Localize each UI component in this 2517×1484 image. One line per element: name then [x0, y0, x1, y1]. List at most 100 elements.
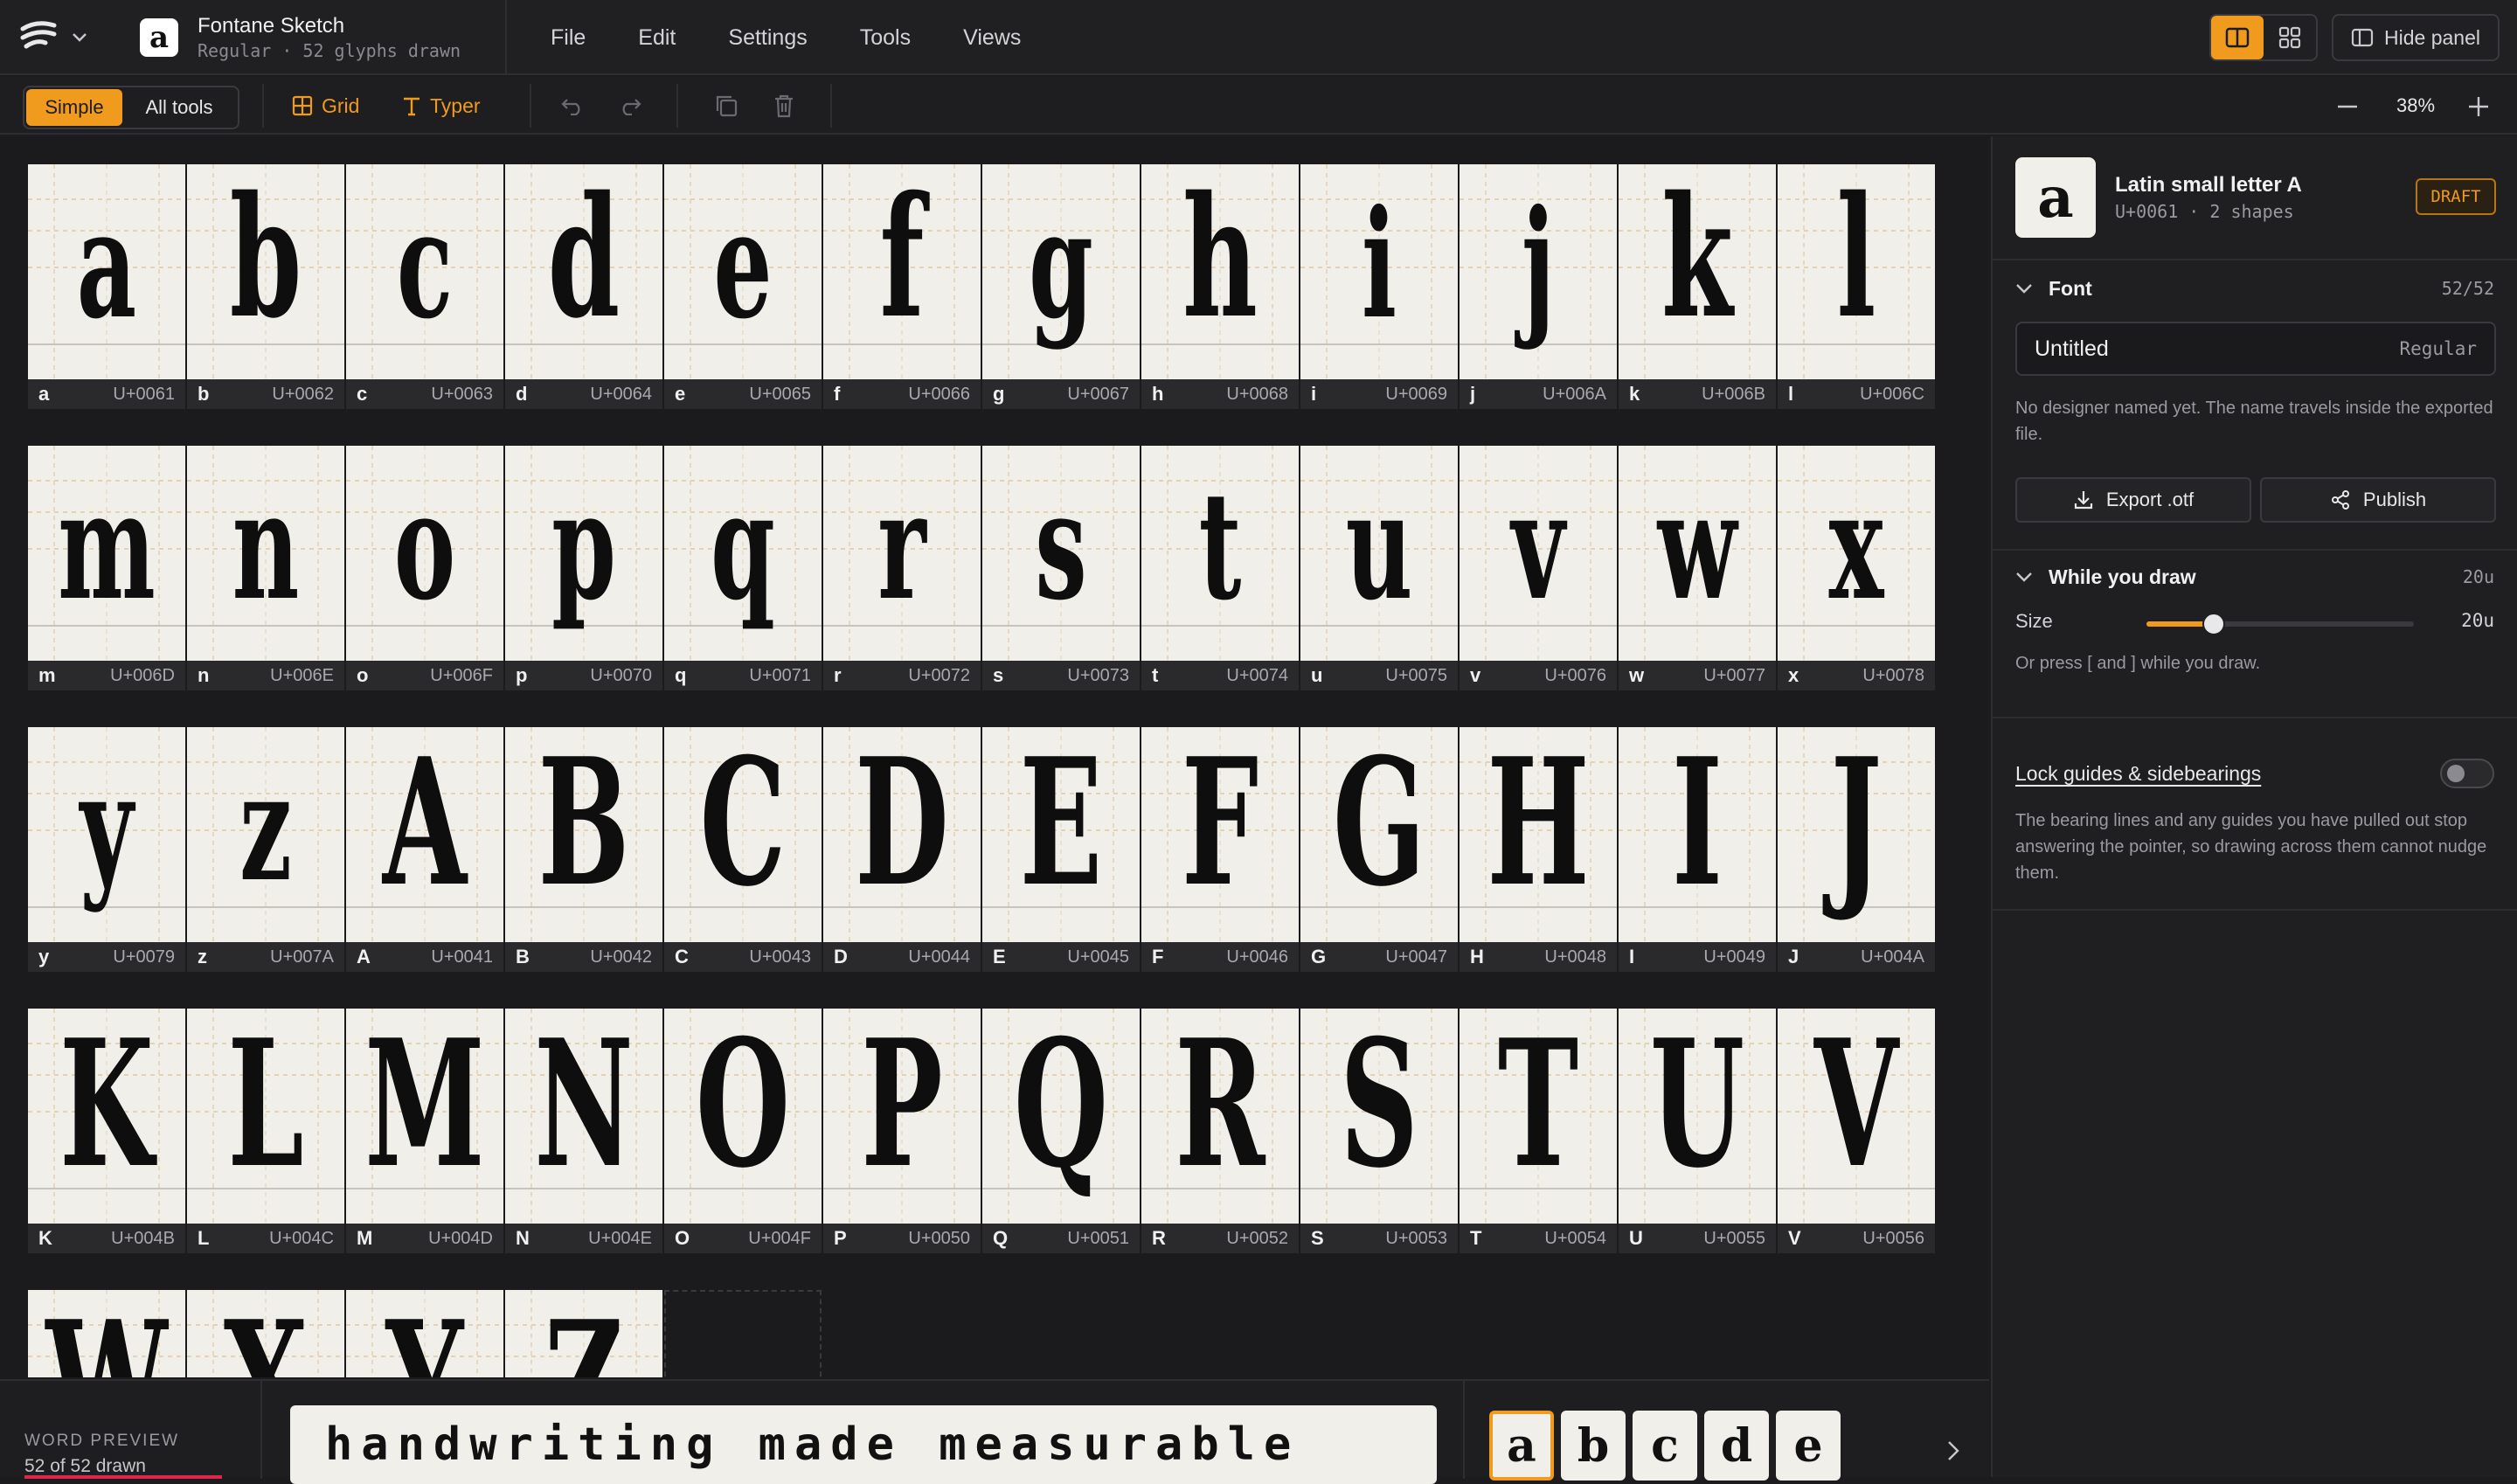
size-slider[interactable] [2146, 613, 2414, 635]
font-name-value: Untitled [2035, 336, 2109, 361]
glyph-char-label: r [834, 664, 842, 686]
redo-button[interactable] [614, 89, 647, 122]
glyph-chip[interactable]: a [1489, 1411, 1554, 1481]
glyph-cell[interactable]: s s U+0073 [982, 446, 1140, 690]
glyph-cell[interactable]: u u U+0075 [1300, 446, 1458, 690]
glyph-cell[interactable]: e e U+0065 [664, 164, 822, 409]
lock-guides-label[interactable]: Lock guides & sidebearings [2015, 762, 2261, 786]
zoom-in-button[interactable] [2459, 87, 2498, 126]
glyph-cell[interactable]: E E U+0045 [982, 727, 1140, 972]
glyph-cell[interactable]: Z [505, 1290, 662, 1377]
glyph-char-label: v [1470, 664, 1481, 686]
glyph-cell[interactable]: b b U+0062 [187, 164, 344, 409]
glyph-cell[interactable]: i i U+0069 [1300, 164, 1458, 409]
menu-file[interactable]: File [524, 25, 612, 51]
glyph-chip[interactable]: e [1776, 1411, 1841, 1481]
export-otf-button[interactable]: Export .otf [2015, 477, 2251, 523]
glyph-cell[interactable]: C C U+0043 [664, 727, 822, 972]
glyph-cell[interactable]: m m U+006D [28, 446, 185, 690]
lock-guides-toggle[interactable] [2440, 759, 2494, 788]
glyph-cell[interactable]: y y U+0079 [28, 727, 185, 972]
glyph-cell[interactable]: G G U+0047 [1300, 727, 1458, 972]
undo-button[interactable] [556, 89, 589, 122]
glyph-char-label: o [357, 664, 369, 686]
plus-icon [2469, 97, 2488, 116]
glyph-chip[interactable]: b [1561, 1411, 1626, 1481]
glyph-cell[interactable]: h h U+0068 [1141, 164, 1299, 409]
glyph-cell[interactable]: n n U+006E [187, 446, 344, 690]
menu-settings[interactable]: Settings [702, 25, 833, 51]
glyph-cell[interactable]: L L U+004C [187, 1009, 344, 1253]
grid-icon [292, 95, 313, 116]
grid-toggle-button[interactable]: Grid [292, 86, 359, 126]
glyph-char-label: y [38, 946, 50, 967]
glyph-cell[interactable]: v v U+0076 [1460, 446, 1617, 690]
glyph-cell[interactable]: I I U+0049 [1619, 727, 1776, 972]
glyph-drawing: G [1333, 727, 1425, 926]
glyph-cell[interactable]: M M U+004D [346, 1009, 503, 1253]
glyph-cell[interactable]: d d U+0064 [505, 164, 662, 409]
glyph-cell[interactable]: j j U+006A [1460, 164, 1617, 409]
typer-button[interactable]: Typer [402, 86, 481, 126]
glyph-cell[interactable]: k k U+006B [1619, 164, 1776, 409]
glyph-cell[interactable]: w w U+0077 [1619, 446, 1776, 690]
glyph-cell[interactable]: f f U+0066 [823, 164, 981, 409]
glyph-cell[interactable]: V V U+0056 [1778, 1009, 1935, 1253]
glyph-cell[interactable]: A A U+0041 [346, 727, 503, 972]
glyph-codepoint: U+0062 [272, 384, 334, 404]
size-slider-handle[interactable] [2202, 613, 2225, 635]
font-name-input[interactable]: Untitled Regular [2015, 322, 2496, 376]
share-icon [2331, 490, 2349, 510]
publish-button[interactable]: Publish [2260, 477, 2496, 523]
glyph-cell[interactable]: W [28, 1290, 185, 1377]
glyph-cell[interactable]: F F U+0046 [1141, 727, 1299, 972]
glyph-cell[interactable]: a a U+0061 [28, 164, 185, 409]
glyph-cell[interactable]: S S U+0053 [1300, 1009, 1458, 1253]
glyph-cell[interactable]: Y [346, 1290, 503, 1377]
font-section-toggle[interactable]: Font [2015, 273, 2092, 304]
delete-button[interactable] [767, 89, 801, 122]
app-logo-menu[interactable] [19, 17, 93, 58]
glyph-cell[interactable]: x x U+0078 [1778, 446, 1935, 690]
zoom-out-button[interactable] [2328, 87, 2367, 126]
glyph-cell[interactable]: J J U+004A [1778, 727, 1935, 972]
glyph-cell[interactable]: c c U+0063 [346, 164, 503, 409]
menu-tools[interactable]: Tools [834, 25, 937, 51]
glyph-cell[interactable]: g g U+0067 [982, 164, 1140, 409]
duplicate-button[interactable] [710, 89, 743, 122]
glyph-cell[interactable]: K K U+004B [28, 1009, 185, 1253]
glyph-cell[interactable]: H H U+0048 [1460, 727, 1617, 972]
menu-edit[interactable]: Edit [612, 25, 702, 51]
glyph-cell[interactable]: O O U+004F [664, 1009, 822, 1253]
menu-views[interactable]: Views [937, 25, 1047, 51]
glyph-cell[interactable]: U U U+0055 [1619, 1009, 1776, 1253]
glyph-cell[interactable]: o o U+006F [346, 446, 503, 690]
single-view-button[interactable] [2211, 16, 2264, 59]
glyph-cell[interactable]: R R U+0052 [1141, 1009, 1299, 1253]
glyph-cell[interactable]: P P U+0050 [823, 1009, 981, 1253]
glyph-cell[interactable]: t t U+0074 [1141, 446, 1299, 690]
glyph-cell[interactable]: N N U+004E [505, 1009, 662, 1253]
glyph-cell[interactable]: l l U+006C [1778, 164, 1935, 409]
glyph-chip[interactable]: d [1704, 1411, 1769, 1481]
glyph-label-bar: c U+0063 [346, 379, 503, 409]
glyph-cell[interactable]: Q Q U+0051 [982, 1009, 1140, 1253]
glyph-cell[interactable]: X [187, 1290, 344, 1377]
glyph-cell[interactable]: T T U+0054 [1460, 1009, 1617, 1253]
grid-view-button[interactable] [2264, 16, 2316, 59]
draw-section-toggle[interactable]: While you draw [2015, 561, 2196, 593]
glyph-cell[interactable]: r r U+0072 [823, 446, 981, 690]
glyph-cell[interactable]: z z U+007A [187, 727, 344, 972]
glyph-cell[interactable]: q q U+0071 [664, 446, 822, 690]
glyph-cell[interactable]: p p U+0070 [505, 446, 662, 690]
glyph-cell[interactable]: D D U+0044 [823, 727, 981, 972]
chip-next-button[interactable] [1940, 1433, 1966, 1468]
hide-panel-button[interactable]: Hide panel [2332, 14, 2500, 61]
empty-glyph-slot[interactable] [664, 1290, 822, 1377]
glyph-cell[interactable]: B B U+0042 [505, 727, 662, 972]
mode-all-tools-button[interactable]: All tools [122, 89, 236, 126]
glyph-chip[interactable]: c [1633, 1411, 1697, 1481]
glyph-drawing: q [711, 459, 775, 634]
word-preview-input[interactable]: handwriting made measurable [290, 1405, 1437, 1484]
mode-simple-button[interactable]: Simple [26, 89, 122, 126]
